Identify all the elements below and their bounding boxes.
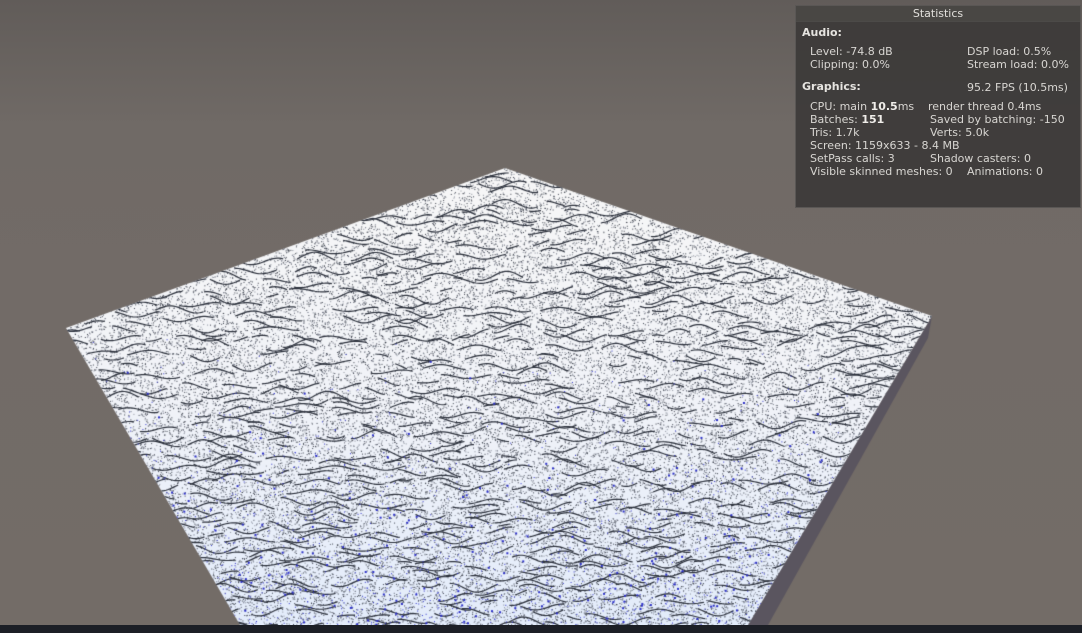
graphics-render-thread: render thread 0.4ms <box>928 100 1042 113</box>
audio-dsp-load: DSP load: 0.5% <box>967 45 1052 58</box>
graphics-verts: Verts: 5.0k <box>930 126 990 139</box>
audio-stream-load: Stream load: 0.0% <box>967 58 1069 71</box>
scene-viewport[interactable]: Statistics Audio: Level: -74.8 dB DSP lo… <box>0 0 1082 633</box>
bottom-status-bar <box>0 625 1082 633</box>
graphics-fps: 95.2 FPS (10.5ms) <box>967 81 1068 94</box>
audio-clipping: Clipping: 0.0% <box>810 58 890 71</box>
audio-level: Level: -74.8 dB <box>810 45 893 58</box>
graphics-tris: Tris: 1.7k <box>810 126 860 139</box>
graphics-cpu-main: CPU: main 10.5ms <box>810 100 914 113</box>
graphics-batches: Batches: 151 <box>810 113 884 126</box>
graphics-heading: Graphics: <box>802 80 861 93</box>
graphics-screen: Screen: 1159x633 - 8.4 MB <box>810 139 960 152</box>
batches-prefix: Batches: <box>810 113 862 126</box>
graphics-shadow-casters: Shadow casters: 0 <box>930 152 1031 165</box>
graphics-visible-skinned-meshes: Visible skinned meshes: 0 <box>810 165 953 178</box>
statistics-panel: Statistics Audio: Level: -74.8 dB DSP lo… <box>795 5 1081 208</box>
audio-heading: Audio: <box>802 26 842 39</box>
statistics-title: Statistics <box>796 6 1080 22</box>
graphics-setpass-calls: SetPass calls: 3 <box>810 152 895 165</box>
cpu-main-suffix: ms <box>897 100 915 113</box>
cpu-main-prefix: CPU: main <box>810 100 871 113</box>
graphics-animations: Animations: 0 <box>967 165 1044 178</box>
graphics-saved-by-batching: Saved by batching: -150 <box>930 113 1065 126</box>
cpu-main-value: 10.5 <box>870 100 898 113</box>
batches-value: 151 <box>861 113 885 126</box>
